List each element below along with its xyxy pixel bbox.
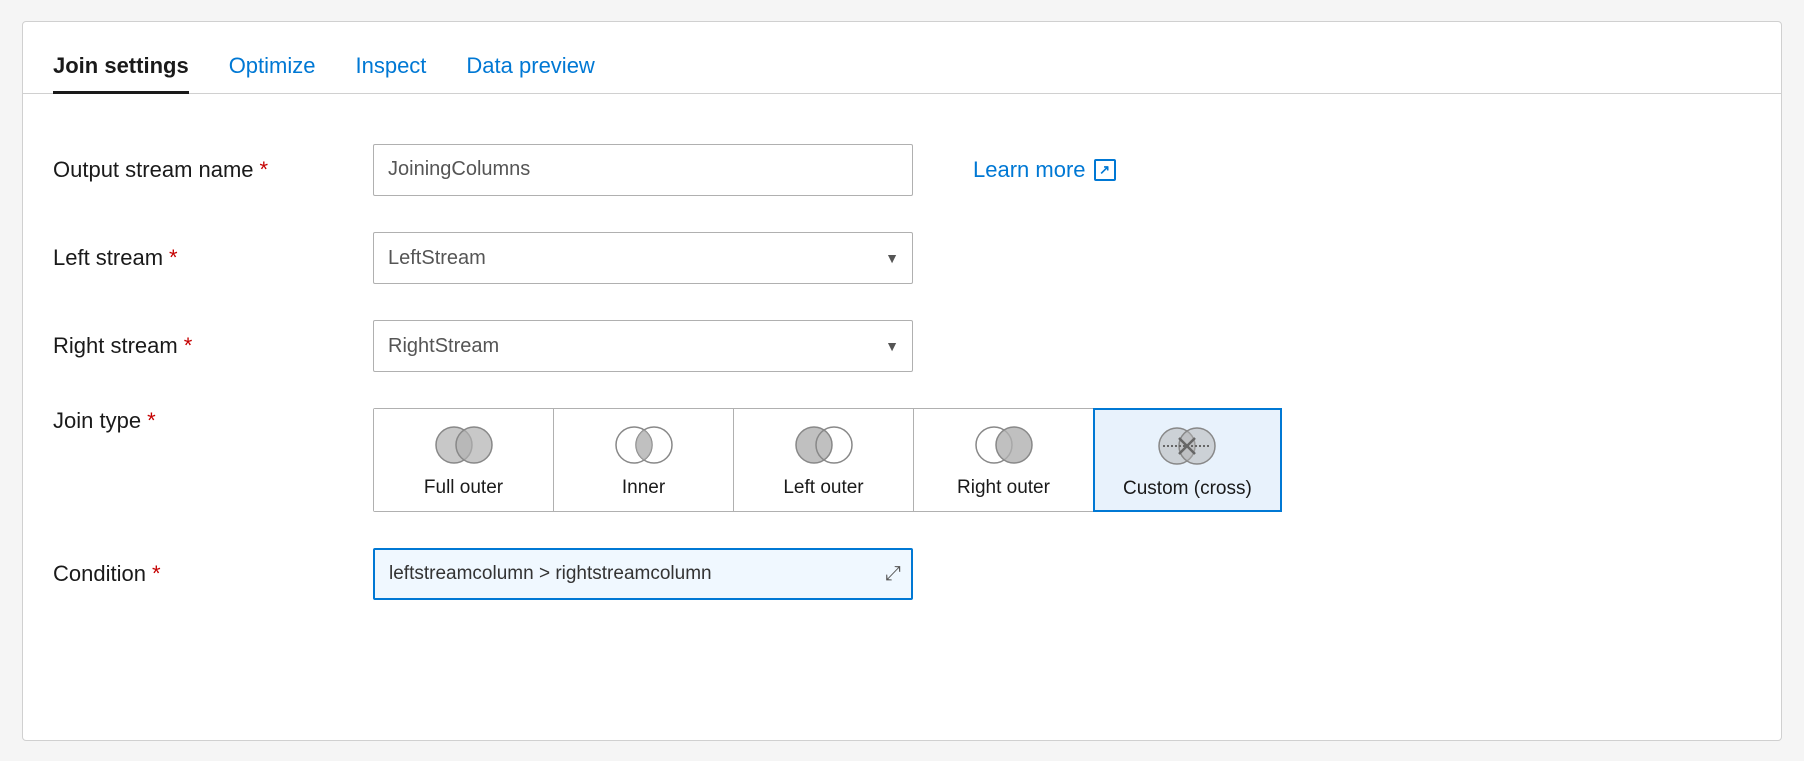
condition-required: * xyxy=(152,561,161,587)
join-settings-panel: Join settings Optimize Inspect Data prev… xyxy=(22,21,1782,741)
left-stream-label: Left stream * xyxy=(53,245,373,271)
join-type-label: Join type * xyxy=(53,408,373,434)
tab-data-preview[interactable]: Data preview xyxy=(466,53,594,94)
right-outer-label: Right outer xyxy=(957,477,1050,499)
tab-bar: Join settings Optimize Inspect Data prev… xyxy=(23,22,1781,94)
condition-row: Condition * ⤢ xyxy=(53,548,1751,600)
right-stream-select[interactable]: RightStream xyxy=(373,320,913,372)
tab-optimize[interactable]: Optimize xyxy=(229,53,316,94)
tab-join-settings[interactable]: Join settings xyxy=(53,53,189,94)
join-option-full-outer[interactable]: Full outer xyxy=(374,409,554,511)
left-stream-row: Left stream * LeftStream ▼ xyxy=(53,232,1751,284)
full-outer-label: Full outer xyxy=(424,477,503,499)
left-stream-select[interactable]: LeftStream xyxy=(373,232,913,284)
right-stream-row: Right stream * RightStream ▼ xyxy=(53,320,1751,372)
custom-cross-venn-icon xyxy=(1155,424,1219,468)
condition-input[interactable] xyxy=(373,548,913,600)
left-outer-venn-icon xyxy=(792,423,856,467)
join-option-left-outer[interactable]: Left outer xyxy=(734,409,914,511)
external-link-icon: ↗ xyxy=(1094,159,1116,181)
output-stream-label: Output stream name * xyxy=(53,157,373,183)
learn-more-label: Learn more xyxy=(973,157,1086,183)
join-option-inner[interactable]: Inner xyxy=(554,409,734,511)
join-option-custom-cross[interactable]: Custom (cross) xyxy=(1093,408,1282,512)
right-stream-select-wrapper: RightStream ▼ xyxy=(373,320,913,372)
learn-more-link[interactable]: Learn more ↗ xyxy=(973,157,1116,183)
inner-label: Inner xyxy=(622,477,665,499)
right-stream-required: * xyxy=(184,333,193,359)
full-outer-venn-icon xyxy=(432,423,496,467)
right-stream-label: Right stream * xyxy=(53,333,373,359)
left-stream-required: * xyxy=(169,245,178,271)
inner-venn-icon xyxy=(612,423,676,467)
tab-inspect[interactable]: Inspect xyxy=(355,53,426,94)
join-option-right-outer[interactable]: Right outer xyxy=(914,409,1094,511)
right-outer-venn-icon xyxy=(972,423,1036,467)
output-stream-input[interactable] xyxy=(373,144,913,196)
condition-expand-icon[interactable]: ⤢ xyxy=(885,562,901,585)
left-stream-select-wrapper: LeftStream ▼ xyxy=(373,232,913,284)
condition-input-wrapper: ⤢ xyxy=(373,548,913,600)
join-type-options: Full outer Inner xyxy=(373,408,1282,512)
join-type-required: * xyxy=(147,408,156,434)
output-stream-row: Output stream name * Learn more ↗ xyxy=(53,144,1751,196)
condition-label: Condition * xyxy=(53,561,373,587)
form-content: Output stream name * Learn more ↗ Left s… xyxy=(23,94,1781,686)
custom-cross-label: Custom (cross) xyxy=(1123,478,1252,500)
left-outer-label: Left outer xyxy=(783,477,863,499)
join-type-row: Join type * Full outer xyxy=(53,408,1751,512)
output-stream-required: * xyxy=(260,157,269,183)
